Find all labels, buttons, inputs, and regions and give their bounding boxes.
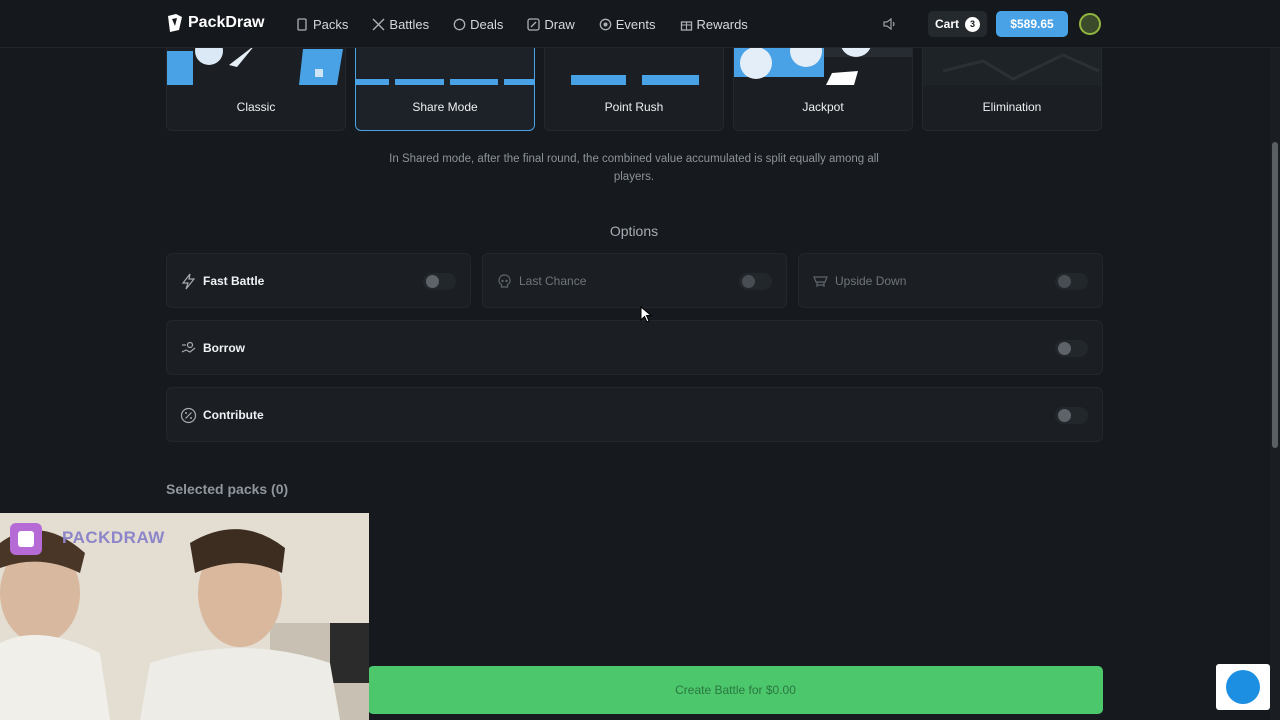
selected-packs-heading: Selected packs (0) <box>166 481 289 497</box>
nav-item-label: Deals <box>470 16 504 32</box>
mode-label: Point Rush <box>604 100 664 114</box>
webcam-people-image <box>0 513 369 720</box>
nav-item-battles[interactable]: Battles <box>372 17 429 32</box>
mode-label: Share Mode <box>412 100 478 114</box>
contribute-toggle[interactable] <box>1055 407 1088 424</box>
borrow-icon <box>181 341 196 353</box>
mode-description: In Shared mode, after the final round, t… <box>389 153 879 183</box>
draw-icon <box>527 17 541 31</box>
option-label: Contribute <box>203 407 264 422</box>
scrollbar-thumb[interactable] <box>1272 142 1278 448</box>
support-chat-button[interactable] <box>1216 664 1270 710</box>
fast-battle-toggle[interactable] <box>423 273 456 290</box>
nav-item-label: Draw <box>544 16 575 32</box>
nav-item-packs[interactable]: Packs <box>296 17 348 32</box>
option-label: Borrow <box>203 340 245 355</box>
webcam-watermark-logo: PACKDRAW <box>62 528 165 547</box>
chat-icon <box>1226 670 1260 704</box>
top-navigation-bar: PackDraw Packs Battles Deals Draw Events… <box>0 0 1280 48</box>
mode-card-classic[interactable]: Classic <box>166 40 346 131</box>
classic-mode-illustration <box>167 41 343 85</box>
create-battle-button[interactable]: Create Battle for $0.00 <box>368 666 1103 714</box>
nav-item-label: Battles <box>389 16 430 32</box>
option-upside-down[interactable]: Upside Down <box>798 253 1103 308</box>
cart-count-badge: 3 <box>965 16 980 32</box>
mouse-cursor-icon <box>640 306 652 323</box>
events-icon <box>599 18 612 30</box>
packdraw-logo-icon <box>168 14 182 32</box>
gift-icon <box>680 20 692 31</box>
battle-mode-selector: Classic Share Mode Point Rush Jackpot El… <box>166 40 1102 131</box>
mode-label: Elimination <box>982 100 1042 114</box>
borrow-toggle[interactable] <box>1055 340 1088 357</box>
option-borrow[interactable]: Borrow <box>166 320 1103 375</box>
nav-item-events[interactable]: Events <box>599 17 656 32</box>
lightning-icon <box>181 273 196 290</box>
swords-icon <box>372 18 385 30</box>
upside-down-toggle[interactable] <box>1055 273 1088 290</box>
user-avatar[interactable] <box>1079 13 1101 35</box>
deals-icon <box>453 18 466 30</box>
nav-item-label: Packs <box>313 16 349 32</box>
nav-item-label: Rewards <box>696 16 748 32</box>
brand-logo[interactable]: PackDraw <box>166 13 265 33</box>
main-nav: Packs Battles Deals Draw Events Rewards <box>296 0 772 48</box>
percent-icon <box>180 407 197 424</box>
nav-item-draw[interactable]: Draw <box>527 16 575 32</box>
option-last-chance[interactable]: Last Chance <box>482 253 787 308</box>
mode-label: Classic <box>236 100 276 114</box>
pack-icon <box>297 17 307 31</box>
point-rush-illustration <box>571 75 699 85</box>
sound-icon[interactable] <box>882 16 898 32</box>
options-title: Options <box>609 223 659 239</box>
option-fast-battle[interactable]: Fast Battle <box>166 253 471 308</box>
mode-card-share-mode[interactable]: Share Mode <box>355 40 535 131</box>
mode-label: Jackpot <box>802 100 844 114</box>
nav-item-deals[interactable]: Deals <box>453 17 503 32</box>
option-label: Last Chance <box>519 273 587 288</box>
mode-card-point-rush[interactable]: Point Rush <box>544 40 724 131</box>
nav-item-rewards[interactable]: Rewards <box>680 17 748 32</box>
elimination-illustration <box>923 41 1101 85</box>
option-label: Upside Down <box>835 273 907 288</box>
jackpot-illustration <box>734 41 912 85</box>
brand-name: PackDraw <box>188 14 265 31</box>
balance-button[interactable]: $589.65 <box>996 11 1068 37</box>
upside-down-icon <box>813 276 828 287</box>
mode-card-jackpot[interactable]: Jackpot <box>733 40 913 131</box>
cart-label: Cart <box>934 17 959 31</box>
option-contribute[interactable]: Contribute <box>166 387 1103 442</box>
mode-card-elimination[interactable]: Elimination <box>922 40 1102 131</box>
webcam-overlay: PACKDRAW <box>0 513 369 720</box>
skull-icon <box>498 274 511 288</box>
last-chance-toggle[interactable] <box>739 273 772 290</box>
page-scrollbar[interactable] <box>1270 48 1280 720</box>
nav-item-label: Events <box>615 16 656 32</box>
option-label: Fast Battle <box>203 273 265 288</box>
cart-button[interactable]: Cart 3 <box>928 11 987 37</box>
share-mode-illustration <box>356 79 534 85</box>
